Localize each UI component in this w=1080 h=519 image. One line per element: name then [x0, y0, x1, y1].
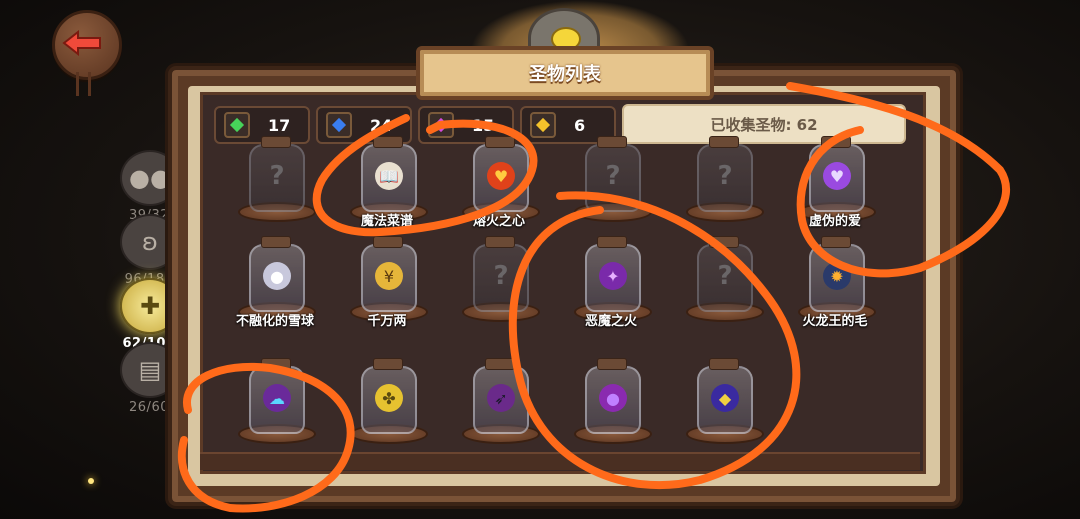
back-arrow-icon — [62, 30, 101, 56]
back-button-legs — [72, 72, 96, 96]
relic-slot[interactable]: ✤ — [332, 358, 442, 462]
snowball-icon: ● — [263, 262, 291, 290]
gold-crystal-icon: ◆ — [711, 384, 739, 412]
relic-jar: ● — [249, 236, 305, 312]
collected-count: 已收集圣物: 62 — [622, 104, 906, 144]
relic-slot-locked[interactable]: ? — [668, 236, 778, 340]
currency-value: 24 — [370, 115, 393, 135]
relic-slot-locked[interactable]: ? — [444, 236, 554, 340]
relic-slot-locked[interactable]: ? — [668, 136, 778, 240]
back-button[interactable] — [48, 10, 122, 96]
sparkle-icon — [88, 478, 94, 484]
green-gem-jar-icon — [224, 112, 250, 138]
relic-jar: ? — [585, 136, 641, 212]
relic-slot[interactable]: ◆ — [668, 358, 778, 462]
relic-jar: ? — [697, 236, 753, 312]
claw-icon: ➶ — [487, 384, 515, 412]
relic-slot[interactable]: ● — [556, 358, 666, 462]
relic-slot[interactable]: ♥ 虚伪的爱 — [780, 136, 890, 240]
relic-jar: ♥ — [473, 136, 529, 212]
relic-slot[interactable]: ¥ 千万两 — [332, 236, 442, 340]
currency-value: 15 — [472, 115, 495, 135]
relic-name: 不融化的雪球 — [235, 314, 314, 329]
relic-slot[interactable]: ✦ 恶魔之火 — [556, 236, 666, 340]
relic-slot[interactable]: ➶ — [444, 358, 554, 462]
relic-jar: ♥ — [809, 136, 865, 212]
demon-fire-icon: ✦ — [599, 262, 627, 290]
question-mark-icon: ? — [493, 261, 509, 291]
relic-name: 千万两 — [367, 314, 407, 329]
purple-gem-jar-icon — [428, 112, 454, 138]
relic-slot[interactable]: ♥ 熔火之心 — [444, 136, 554, 240]
relic-name: 熔火之心 — [472, 214, 525, 229]
relic-jar: ● — [585, 358, 641, 434]
magic-recipe-book-icon: 📖 — [375, 162, 403, 190]
molten-heart-icon: ♥ — [487, 162, 515, 190]
blue-gem-jar-icon — [326, 112, 352, 138]
relic-jar: ✦ — [585, 236, 641, 312]
gold-coin-icon: ¥ — [375, 262, 403, 290]
relic-slot-locked[interactable]: ? — [556, 136, 666, 240]
relic-name: 火龙王的毛 — [802, 314, 868, 329]
relic-jar: ✹ — [809, 236, 865, 312]
purple-orb-icon: ● — [599, 384, 627, 412]
relic-slot[interactable]: ☁ — [220, 358, 330, 462]
title-plate: 圣物列表 — [416, 46, 714, 100]
relic-slot[interactable]: 📖 魔法菜谱 — [332, 136, 442, 240]
relic-slot[interactable]: ● 不融化的雪球 — [220, 236, 330, 340]
false-love-heart-icon: ♥ — [823, 162, 851, 190]
question-mark-icon: ? — [269, 161, 285, 191]
clover-coin-icon: ✤ — [375, 384, 403, 412]
currency-value: 17 — [268, 115, 291, 135]
relic-slot-locked[interactable]: ? — [220, 136, 330, 240]
relic-jar: ✤ — [361, 358, 417, 434]
relic-jar: ☁ — [249, 358, 305, 434]
gold-gem-jar-icon — [530, 112, 556, 138]
question-mark-icon: ? — [717, 261, 733, 291]
relic-jar: ➶ — [473, 358, 529, 434]
currency-value: 6 — [574, 115, 586, 135]
relic-name: 恶魔之火 — [584, 314, 637, 329]
relic-jar: ? — [697, 136, 753, 212]
shelf-bar — [200, 452, 920, 470]
page-title: 圣物列表 — [529, 64, 601, 85]
relic-jar: ◆ — [697, 358, 753, 434]
question-mark-icon: ? — [605, 161, 621, 191]
relic-jar: ? — [473, 236, 529, 312]
blue-spirit-icon: ☁ — [263, 384, 291, 412]
fire-dragon-fur-icon: ✹ — [823, 262, 851, 290]
question-mark-icon: ? — [717, 161, 733, 191]
relic-jar: ¥ — [361, 236, 417, 312]
relic-jar: 📖 — [361, 136, 417, 212]
relic-name: 魔法菜谱 — [360, 214, 413, 229]
relic-jar: ? — [249, 136, 305, 212]
relic-name: 虚伪的爱 — [808, 214, 861, 229]
relic-slot[interactable]: ✹ 火龙王的毛 — [780, 236, 890, 340]
